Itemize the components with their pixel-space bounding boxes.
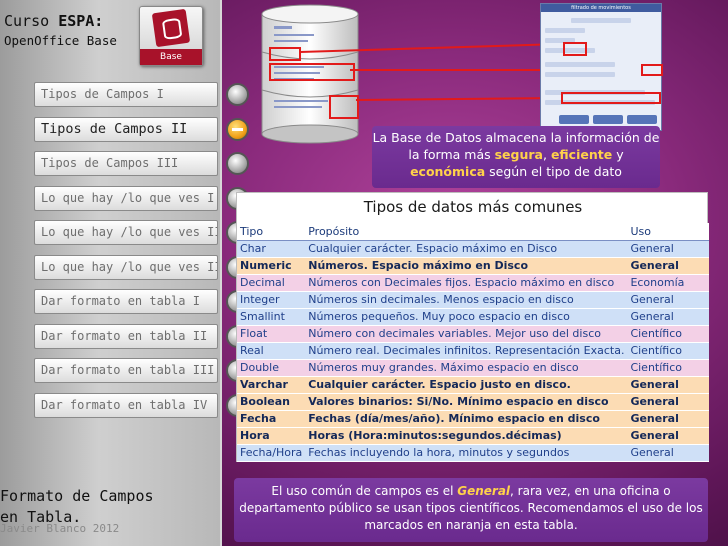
cell-tipo: Hora — [237, 427, 306, 445]
author-credit: Javier Blanco 2012 — [0, 522, 120, 535]
cell-proposito: Números sin decimales. Menos espacio en … — [305, 291, 628, 309]
cell-tipo: Fecha/Hora — [237, 444, 306, 462]
cell-uso: General — [627, 410, 709, 428]
cell-uso: General — [627, 308, 709, 326]
table-row: Hora Horas (Hora:minutos:segundos.décimas… — [237, 427, 709, 445]
cell-tipo: Integer — [237, 291, 306, 309]
database-callout: La Base de Datos almacena la información… — [372, 126, 660, 188]
course-subtitle: OpenOffice Base — [4, 33, 117, 48]
cell-proposito: Cualquier carácter. Espacio justo en dis… — [305, 376, 628, 394]
cell-proposito: Valores binarios: Si/No. Mínimo espacio … — [305, 393, 628, 411]
database-cylinder-illustration — [261, 4, 359, 144]
sidebar-item-3[interactable]: Tipos de Campos III — [34, 151, 218, 176]
cell-tipo: Smallint — [237, 308, 306, 326]
recommendation-note: El uso común de campos es el General, ra… — [234, 478, 708, 542]
column-header-uso: Uso — [627, 223, 709, 241]
sidebar-item-9[interactable]: Dar formato en tabla III — [34, 358, 218, 383]
cell-tipo: Numeric — [237, 257, 306, 275]
form-thumbnail-title: filtrado de movimientos — [541, 4, 661, 12]
cell-proposito: Números. Espacio máximo en Disco — [305, 257, 628, 275]
course-name: ESPA: — [58, 12, 104, 30]
cell-uso: General — [627, 427, 709, 445]
cell-uso: General — [627, 393, 709, 411]
sidebar-item-8[interactable]: Dar formato en tabla II — [34, 323, 218, 349]
cell-tipo: Float — [237, 325, 306, 343]
cell-uso: Científico — [627, 325, 709, 343]
data-types-panel: Tipos de datos más comunes Tipo Propósit… — [236, 192, 709, 462]
nav-knob-icon[interactable] — [226, 117, 249, 141]
table-header-row: Tipo Propósito Uso — [237, 223, 709, 241]
cell-uso: General — [627, 376, 709, 394]
table-row: Smallint Números pequeños. Muy poco espac… — [237, 308, 709, 326]
note-emphasis: General — [457, 484, 511, 498]
nav-knob-icon[interactable] — [226, 152, 249, 175]
table-row: Integer Números sin decimales. Menos espa… — [237, 291, 709, 309]
highlight-eficiente: eficiente — [550, 147, 613, 162]
sidebar-item-4[interactable]: Lo que hay /lo que ves I — [34, 185, 218, 211]
highlight-economica: económica — [410, 164, 486, 179]
sidebar-item-5[interactable]: Lo que hay /lo que ves II — [34, 220, 218, 245]
cell-proposito: Cualquier carácter. Espacio máximo en Di… — [305, 240, 628, 258]
column-header-proposito: Propósito — [305, 223, 628, 241]
filter-form-thumbnail: filtrado de movimientos — [540, 3, 663, 131]
table-row: Real Número real. Decimales infinitos. Re… — [237, 342, 709, 360]
cell-uso: General — [627, 444, 709, 462]
cell-tipo: Double — [237, 359, 306, 377]
sidebar-item-2[interactable]: Tipos de Campos II — [34, 116, 218, 142]
nav-knob-icon[interactable] — [226, 83, 249, 106]
cell-tipo: Real — [237, 342, 306, 360]
cell-tipo: Boolean — [237, 393, 306, 411]
cell-uso: General — [627, 240, 709, 258]
openoffice-base-logo: Base — [139, 6, 203, 66]
sidebar: Curso ESPA: OpenOffice Base Base Tipos d… — [0, 0, 249, 546]
cell-proposito: Números pequeños. Muy poco espacio en di… — [305, 308, 628, 326]
table-title: Tipos de datos más comunes — [363, 198, 583, 216]
table-row: Decimal Números con Decimales fijos. Espa… — [237, 274, 709, 292]
cell-tipo: Fecha — [237, 410, 306, 428]
cell-proposito: Fechas (día/mes/año). Mínimo espacio en … — [305, 410, 628, 428]
table-row: Float Número con decimales variables. Mej… — [237, 325, 709, 343]
sidebar-item-10[interactable]: Dar formato en tabla IV — [34, 392, 218, 418]
brand: Curso ESPA: OpenOffice Base — [4, 12, 117, 50]
database-icon — [151, 8, 191, 48]
cell-uso: General — [627, 257, 709, 275]
cell-proposito: Números con Decimales fijos. Espacio máx… — [305, 274, 628, 292]
course-prefix: Curso — [4, 12, 59, 30]
cell-tipo: Decimal — [237, 274, 306, 292]
column-header-tipo: Tipo — [237, 223, 306, 241]
table-row: Double Números muy grandes. Máximo espaci… — [237, 359, 709, 377]
cell-uso: Científico — [627, 342, 709, 360]
cell-proposito: Números muy grandes. Máximo espacio en d… — [305, 359, 628, 377]
data-types-table: Tipo Propósito Uso Char Cualquier carácte… — [237, 223, 709, 462]
sidebar-item-1[interactable]: Tipos de Campos I — [34, 82, 218, 107]
sidebar-item-7[interactable]: Dar formato en tabla I — [34, 289, 218, 314]
cell-proposito: Fechas incluyendo la hora, minutos y seg… — [305, 444, 628, 462]
cell-proposito: Número con decimales variables. Mejor us… — [305, 325, 628, 343]
cell-uso: Científico — [627, 359, 709, 377]
cell-tipo: Varchar — [237, 376, 306, 394]
table-row: Numeric Números. Espacio máximo en Disco G… — [237, 257, 709, 275]
table-row: Fecha/Hora Fechas incluyendo la hora, min… — [237, 444, 709, 462]
highlight-segura: segura — [494, 147, 543, 162]
table-row: Fecha Fechas (día/mes/año). Mínimo espaci… — [237, 410, 709, 428]
sidebar-item-6[interactable]: Lo que hay /lo que ves III — [34, 254, 218, 280]
cell-uso: Economía — [627, 274, 709, 292]
cell-uso: General — [627, 291, 709, 309]
cell-tipo: Char — [237, 240, 306, 258]
cell-proposito: Número real. Decimales infinitos. Repres… — [305, 342, 628, 360]
table-row: Char Cualquier carácter. Espacio máximo e… — [237, 240, 709, 258]
app-logo-label: Base — [140, 49, 202, 65]
cell-proposito: Horas (Hora:minutos:segundos.décimas) — [305, 427, 628, 445]
table-row: Varchar Cualquier carácter. Espacio justo… — [237, 376, 709, 394]
table-row: Boolean Valores binarios: Si/No. Mínimo e… — [237, 393, 709, 411]
